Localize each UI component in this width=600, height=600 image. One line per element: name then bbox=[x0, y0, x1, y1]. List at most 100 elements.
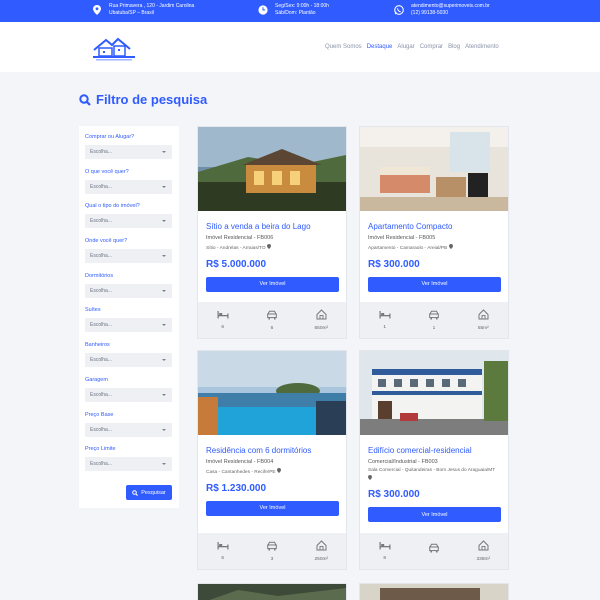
main-nav: Quem Somos Destaque Alugar Comprar Blog … bbox=[325, 44, 504, 50]
nav-quem-somos[interactable]: Quem Somos bbox=[325, 44, 362, 50]
filter-select[interactable]: Escolha... bbox=[85, 249, 172, 264]
listing-card-partial[interactable] bbox=[197, 583, 347, 600]
filter-field: Garagem Escolha... bbox=[85, 376, 173, 411]
listing-card[interactable]: Sítio a venda a beira do Lago Imóvel Resi… bbox=[197, 126, 347, 339]
filter-heading: Filtro de pesquisa bbox=[79, 92, 207, 107]
nav-comprar[interactable]: Comprar bbox=[420, 44, 443, 50]
filter-field: Comprar ou Alugar? Escolha... bbox=[85, 133, 173, 168]
filter-select-value: Escolha... bbox=[90, 461, 112, 468]
filter-field: Dormitórios Escolha... bbox=[85, 272, 173, 307]
listing-body: Sítio a venda a beira do Lago Imóvel Resi… bbox=[198, 211, 346, 292]
listing-photo[interactable] bbox=[360, 351, 508, 435]
view-property-button[interactable]: Ver Imóvel bbox=[368, 276, 501, 292]
area-value: 250m² bbox=[314, 557, 329, 562]
listing-photo[interactable] bbox=[198, 351, 346, 435]
filter-select[interactable]: Escolha... bbox=[85, 318, 172, 333]
nav-blog[interactable]: Blog bbox=[448, 44, 460, 50]
listing-price: R$ 5.000.000 bbox=[206, 258, 267, 270]
address-line-1: Rua Primavera , 120 - Jardim Carolina bbox=[109, 3, 195, 9]
filter-select[interactable]: Escolha... bbox=[85, 214, 172, 229]
listing-title[interactable]: Apartamento Compacto bbox=[368, 221, 500, 232]
listing-type: Imóvel Residencial - FB006 bbox=[206, 235, 274, 241]
listing-card[interactable]: Residência com 6 dormitórios Imóvel Resid… bbox=[197, 350, 347, 570]
listing-location: Casa - Cantanhedes - Recife/PE bbox=[206, 468, 338, 477]
listing-photo[interactable] bbox=[360, 127, 508, 211]
feature-garage bbox=[414, 543, 454, 559]
filter-select-value: Escolha... bbox=[90, 357, 112, 364]
listing-location: Sítio - Andrelas - Arraias/TO bbox=[206, 244, 338, 253]
filter-field-label: Preço Limite bbox=[85, 446, 116, 453]
search-button[interactable]: Pesquisar bbox=[126, 485, 172, 500]
phone-link[interactable]: (12) 99138-5030 bbox=[411, 10, 490, 17]
filter-select[interactable]: Escolha... bbox=[85, 179, 172, 194]
view-property-button[interactable]: Ver Imóvel bbox=[368, 507, 501, 522]
car-icon bbox=[267, 541, 277, 550]
filter-field-label: Onde você quer? bbox=[85, 238, 128, 245]
feature-area: 250m² bbox=[301, 540, 341, 562]
filter-select[interactable]: Escolha... bbox=[85, 283, 172, 298]
listing-location: Sala Comercial - Quitandeiras - Bom Jesu… bbox=[368, 468, 500, 483]
bedrooms-count: 8 bbox=[383, 556, 386, 561]
filter-select[interactable]: Escolha... bbox=[85, 422, 172, 437]
garage-count: 3 bbox=[270, 556, 274, 562]
email-link[interactable]: atendimento@superimoveis.com.br bbox=[411, 3, 490, 10]
bedrooms-count: 6 bbox=[221, 325, 224, 330]
chevron-down-icon bbox=[162, 359, 166, 362]
filter-field-label: Preço Base bbox=[85, 411, 114, 418]
filter-field-label: Banheiros bbox=[85, 342, 110, 349]
whatsapp-icon[interactable] bbox=[394, 4, 404, 15]
site-header: Quem Somos Destaque Alugar Comprar Blog … bbox=[0, 22, 600, 72]
listing-location-text: Apartamento - Camaraolo - Areial/PB bbox=[368, 246, 448, 251]
area-value: 55m² bbox=[477, 326, 489, 331]
listing-features: 8 338m² bbox=[360, 533, 508, 569]
listing-card-partial[interactable] bbox=[359, 583, 509, 600]
bed-icon bbox=[379, 542, 391, 550]
filter-field: Onde você quer? Escolha... bbox=[85, 237, 173, 272]
nav-atendimento[interactable]: Atendimento bbox=[465, 44, 499, 50]
filter-select-value: Escolha... bbox=[90, 391, 112, 398]
filter-select-value: Escolha... bbox=[90, 218, 112, 225]
listing-title[interactable]: Residência com 6 dormitórios bbox=[206, 445, 338, 456]
filter-select[interactable]: Escolha... bbox=[85, 145, 172, 159]
filter-field-label: Dormitórios bbox=[85, 272, 114, 279]
listing-photo[interactable] bbox=[360, 584, 508, 600]
filter-select[interactable]: Escolha... bbox=[85, 457, 172, 472]
filter-sidebar: Comprar ou Alugar? Escolha... O que você q… bbox=[79, 126, 179, 508]
garage-count: 6 bbox=[270, 325, 274, 331]
site-logo[interactable] bbox=[90, 36, 148, 62]
listing-photo[interactable] bbox=[198, 127, 346, 211]
listing-body: Edifício comercial-residencial Comercial/… bbox=[360, 435, 508, 522]
listing-card[interactable]: Edifício comercial-residencial Comercial/… bbox=[359, 350, 509, 570]
feature-area: 650m² bbox=[301, 309, 341, 331]
chevron-down-icon bbox=[162, 324, 166, 327]
listing-title[interactable]: Sítio a venda a beira do Lago bbox=[206, 221, 338, 232]
feature-bedrooms: 1 bbox=[365, 310, 405, 330]
filter-field: Suítes Escolha... bbox=[85, 306, 173, 341]
filter-select-value: Escolha... bbox=[90, 253, 112, 260]
listing-card[interactable]: Apartamento Compacto Imóvel Residencial -… bbox=[359, 126, 509, 339]
filter-select[interactable]: Escolha... bbox=[85, 387, 172, 402]
listing-body: Residência com 6 dormitórios Imóvel Resid… bbox=[198, 435, 346, 516]
listing-features: 1 1 55m² bbox=[360, 302, 508, 338]
bedrooms-count: 1 bbox=[383, 325, 386, 330]
feature-bedrooms: 8 bbox=[365, 541, 405, 561]
clock-icon bbox=[258, 4, 268, 15]
hours-info: Seg/Sex: 9:00h - 18:00h Sáb/Dom: Plantão bbox=[258, 3, 329, 16]
filter-select-value: Escolha... bbox=[90, 426, 112, 433]
filter-select[interactable]: Escolha... bbox=[85, 353, 172, 368]
nav-alugar[interactable]: Alugar bbox=[397, 44, 414, 50]
feature-bedrooms: 6 bbox=[203, 310, 243, 330]
feature-area: 338m² bbox=[463, 540, 503, 562]
filter-field-label: O que você quer? bbox=[85, 168, 129, 175]
bed-icon bbox=[217, 542, 229, 550]
view-property-button[interactable]: Ver Imóvel bbox=[206, 276, 339, 292]
listing-photo[interactable] bbox=[198, 584, 346, 600]
view-property-button[interactable]: Ver Imóvel bbox=[206, 500, 339, 516]
listing-title[interactable]: Edifício comercial-residencial bbox=[368, 445, 500, 456]
nav-destaque[interactable]: Destaque bbox=[367, 44, 393, 50]
chevron-down-icon bbox=[162, 428, 166, 431]
filter-title-text: Filtro de pesquisa bbox=[96, 92, 208, 107]
car-icon bbox=[429, 310, 439, 319]
listing-location-text: Sala Comercial - Quitandeiras - Bom Jesu… bbox=[368, 468, 496, 473]
listing-price: R$ 300.000 bbox=[368, 258, 420, 270]
